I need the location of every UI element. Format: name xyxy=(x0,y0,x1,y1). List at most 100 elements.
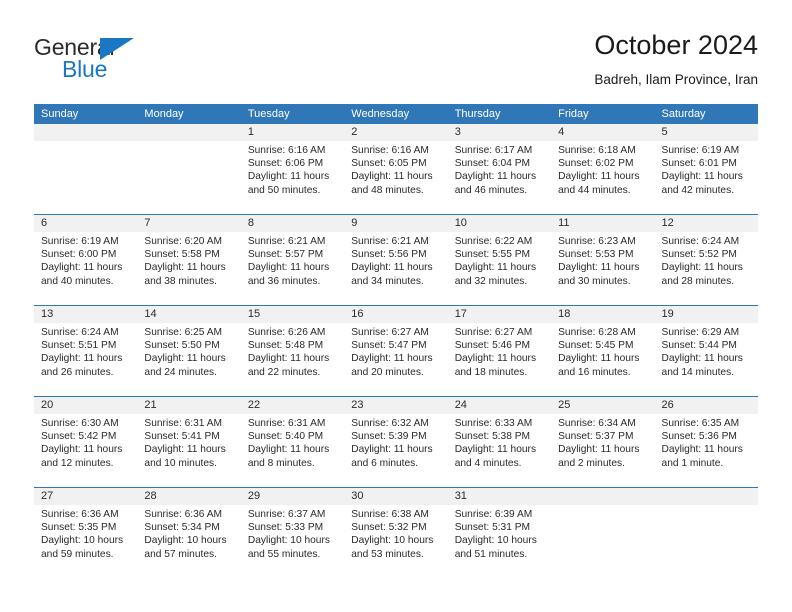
day-details: Sunrise: 6:22 AM Sunset: 5:55 PM Daylight:… xyxy=(448,232,551,288)
day-cell-content: 24 Sunrise: 6:33 AM Sunset: 5:38 PM Dayligh… xyxy=(447,397,552,487)
daylight-duration-line2: and 32 minutes. xyxy=(454,275,528,287)
calendar-day-cell[interactable]: 10 Sunrise: 6:22 AM Sunset: 5:55 PM Dayligh… xyxy=(447,214,552,306)
day-cell-content: 1 Sunrise: 6:16 AM Sunset: 6:06 PM Daylight… xyxy=(240,124,345,214)
calendar-day-cell[interactable]: 19 Sunrise: 6:29 AM Sunset: 5:44 PM Dayligh… xyxy=(654,305,758,397)
calendar-day-cell[interactable]: 8 Sunrise: 6:21 AM Sunset: 5:57 PM Daylight… xyxy=(240,214,345,306)
calendar-day-cell[interactable]: 6 Sunrise: 6:19 AM Sunset: 6:00 PM Daylight… xyxy=(34,214,138,306)
sunset-time: Sunset: 5:47 PM xyxy=(351,340,427,352)
sunrise-time: Sunrise: 6:35 AM xyxy=(661,418,740,429)
calendar-day-cell[interactable]: 30 Sunrise: 6:38 AM Sunset: 5:32 PM Dayligh… xyxy=(344,487,448,578)
calendar-day-cell[interactable]: 2 Sunrise: 6:16 AM Sunset: 6:05 PM Daylight… xyxy=(344,124,448,215)
day-number: 6 xyxy=(34,215,138,232)
sunset-time: Sunset: 5:58 PM xyxy=(144,249,220,261)
daylight-duration-line1: Daylight: 11 hours xyxy=(351,171,433,183)
daylight-duration-line1: Daylight: 11 hours xyxy=(661,353,743,365)
sunrise-time: Sunrise: 6:20 AM xyxy=(144,236,223,247)
day-cell-content: 8 Sunrise: 6:21 AM Sunset: 5:57 PM Daylight… xyxy=(240,215,345,305)
sunrise-time: Sunrise: 6:21 AM xyxy=(351,236,429,247)
daylight-duration-line1: Daylight: 11 hours xyxy=(41,262,123,274)
day-details: Sunrise: 6:23 AM Sunset: 5:53 PM Daylight:… xyxy=(551,232,654,288)
calendar-day-cell[interactable]: 22 Sunrise: 6:31 AM Sunset: 5:40 PM Dayligh… xyxy=(240,396,345,488)
day-details: Sunrise: 6:33 AM Sunset: 5:38 PM Daylight:… xyxy=(448,414,551,470)
daylight-duration-line1: Daylight: 11 hours xyxy=(558,444,640,456)
calendar-day-cell[interactable]: 15 Sunrise: 6:26 AM Sunset: 5:48 PM Dayligh… xyxy=(240,305,345,397)
calendar-day-cell[interactable]: 20 Sunrise: 6:30 AM Sunset: 5:42 PM Dayligh… xyxy=(34,396,138,488)
sunrise-time: Sunrise: 6:39 AM xyxy=(454,509,533,520)
day-number: 22 xyxy=(240,397,345,414)
daylight-duration-line2: and 26 minutes. xyxy=(41,366,114,378)
calendar-day-cell[interactable]: 16 Sunrise: 6:27 AM Sunset: 5:47 PM Dayligh… xyxy=(344,305,448,397)
sunrise-time: Sunrise: 6:36 AM xyxy=(144,509,223,520)
day-cell-content: 16 Sunrise: 6:27 AM Sunset: 5:47 PM Dayligh… xyxy=(344,306,448,396)
page-subtitle: Badreh, Ilam Province, Iran xyxy=(594,72,758,87)
calendar-day-cell[interactable]: 12 Sunrise: 6:24 AM Sunset: 5:52 PM Dayligh… xyxy=(654,214,758,306)
sunset-time: Sunset: 5:52 PM xyxy=(661,249,737,261)
sunrise-time: Sunrise: 6:37 AM xyxy=(247,509,326,520)
day-cell-content xyxy=(551,488,655,578)
day-number: 1 xyxy=(240,124,345,141)
day-number: 29 xyxy=(240,488,345,505)
calendar-day-cell[interactable]: 18 Sunrise: 6:28 AM Sunset: 5:45 PM Dayligh… xyxy=(551,305,655,397)
calendar-day-cell[interactable]: 7 Sunrise: 6:20 AM Sunset: 5:58 PM Daylight… xyxy=(137,214,241,306)
sunrise-time: Sunrise: 6:26 AM xyxy=(247,327,326,338)
daylight-duration-line1: Daylight: 11 hours xyxy=(351,353,433,365)
calendar-day-cell[interactable]: 27 Sunrise: 6:36 AM Sunset: 5:35 PM Dayligh… xyxy=(34,487,138,578)
day-details: Sunrise: 6:21 AM Sunset: 5:56 PM Daylight:… xyxy=(344,232,447,288)
calendar-day-cell[interactable]: 25 Sunrise: 6:34 AM Sunset: 5:37 PM Dayligh… xyxy=(551,396,655,488)
day-cell-content: 2 Sunrise: 6:16 AM Sunset: 6:05 PM Daylight… xyxy=(344,124,448,214)
calendar-day-cell[interactable]: 4 Sunrise: 6:18 AM Sunset: 6:02 PM Daylight… xyxy=(551,124,655,215)
general-blue-logo[interactable]: General Blue xyxy=(34,34,164,90)
daylight-duration-line1: Daylight: 11 hours xyxy=(454,262,537,274)
daylight-duration-line1: Daylight: 11 hours xyxy=(454,171,537,183)
day-cell-content: 9 Sunrise: 6:21 AM Sunset: 5:56 PM Daylight… xyxy=(344,215,448,305)
day-cell-content: 12 Sunrise: 6:24 AM Sunset: 5:52 PM Dayligh… xyxy=(654,215,758,305)
day-cell-content xyxy=(654,488,758,578)
calendar-day-cell[interactable]: 24 Sunrise: 6:33 AM Sunset: 5:38 PM Dayligh… xyxy=(447,396,552,488)
daylight-duration-line1: Daylight: 10 hours xyxy=(41,535,124,547)
day-number xyxy=(551,488,655,505)
day-number xyxy=(654,488,758,505)
day-number: 21 xyxy=(137,397,241,414)
daylight-duration-line2: and 14 minutes. xyxy=(661,366,735,378)
calendar-day-cell[interactable]: 26 Sunrise: 6:35 AM Sunset: 5:36 PM Dayligh… xyxy=(654,396,758,488)
calendar-table: Sunday Monday Tuesday Wednesday Thursday… xyxy=(34,104,758,578)
day-details: Sunrise: 6:24 AM Sunset: 5:51 PM Daylight:… xyxy=(34,323,137,379)
day-cell-content: 28 Sunrise: 6:36 AM Sunset: 5:34 PM Dayligh… xyxy=(137,488,241,578)
sunset-time: Sunset: 5:51 PM xyxy=(41,340,117,352)
calendar-day-cell[interactable]: 13 Sunrise: 6:24 AM Sunset: 5:51 PM Dayligh… xyxy=(34,305,138,397)
calendar-day-cell[interactable]: 29 Sunrise: 6:37 AM Sunset: 5:33 PM Dayligh… xyxy=(240,487,345,578)
day-cell-content: 21 Sunrise: 6:31 AM Sunset: 5:41 PM Dayligh… xyxy=(137,397,241,487)
calendar-header-row: Sunday Monday Tuesday Wednesday Thursday… xyxy=(34,104,758,124)
day-details: Sunrise: 6:26 AM Sunset: 5:48 PM Daylight:… xyxy=(241,323,344,379)
sunrise-time: Sunrise: 6:16 AM xyxy=(351,145,429,156)
calendar-day-cell[interactable]: 5 Sunrise: 6:19 AM Sunset: 6:01 PM Daylight… xyxy=(654,124,758,215)
sunset-time: Sunset: 5:57 PM xyxy=(247,249,324,261)
day-details: Sunrise: 6:27 AM Sunset: 5:46 PM Daylight:… xyxy=(448,323,551,379)
sunrise-time: Sunrise: 6:32 AM xyxy=(351,418,429,429)
day-number: 24 xyxy=(447,397,552,414)
calendar-day-cell[interactable]: 11 Sunrise: 6:23 AM Sunset: 5:53 PM Dayligh… xyxy=(551,214,655,306)
daylight-duration-line1: Daylight: 11 hours xyxy=(558,171,640,183)
sunrise-time: Sunrise: 6:19 AM xyxy=(41,236,119,247)
sunset-time: Sunset: 5:42 PM xyxy=(41,431,117,443)
day-number: 5 xyxy=(654,124,758,141)
calendar-day-cell[interactable]: 17 Sunrise: 6:27 AM Sunset: 5:46 PM Dayligh… xyxy=(447,305,552,397)
day-cell-content: 30 Sunrise: 6:38 AM Sunset: 5:32 PM Dayligh… xyxy=(344,488,448,578)
calendar-week-row: 1 Sunrise: 6:16 AM Sunset: 6:06 PM Daylight… xyxy=(34,124,758,215)
calendar-day-cell[interactable]: 14 Sunrise: 6:25 AM Sunset: 5:50 PM Dayligh… xyxy=(137,305,241,397)
day-cell-content xyxy=(137,124,241,214)
calendar-day-cell[interactable]: 1 Sunrise: 6:16 AM Sunset: 6:06 PM Daylight… xyxy=(240,124,345,215)
sunset-time: Sunset: 5:38 PM xyxy=(454,431,531,443)
sunset-time: Sunset: 5:31 PM xyxy=(454,522,531,534)
calendar-day-cell[interactable]: 21 Sunrise: 6:31 AM Sunset: 5:41 PM Dayligh… xyxy=(137,396,241,488)
day-number: 19 xyxy=(654,306,758,323)
calendar-day-cell[interactable]: 23 Sunrise: 6:32 AM Sunset: 5:39 PM Dayligh… xyxy=(344,396,448,488)
weekday-header-saturday: Saturday xyxy=(654,104,758,124)
calendar-page: General Blue October 2024 Badreh, Ilam P… xyxy=(0,0,792,612)
calendar-day-cell[interactable]: 9 Sunrise: 6:21 AM Sunset: 5:56 PM Daylight… xyxy=(344,214,448,306)
day-cell-content: 11 Sunrise: 6:23 AM Sunset: 5:53 PM Dayligh… xyxy=(551,215,655,305)
day-cell-content: 27 Sunrise: 6:36 AM Sunset: 5:35 PM Dayligh… xyxy=(34,488,138,578)
calendar-day-cell[interactable]: 28 Sunrise: 6:36 AM Sunset: 5:34 PM Dayligh… xyxy=(137,487,241,578)
calendar-day-cell[interactable]: 31 Sunrise: 6:39 AM Sunset: 5:31 PM Dayligh… xyxy=(447,487,552,578)
calendar-day-cell[interactable]: 3 Sunrise: 6:17 AM Sunset: 6:04 PM Daylight… xyxy=(447,124,552,215)
